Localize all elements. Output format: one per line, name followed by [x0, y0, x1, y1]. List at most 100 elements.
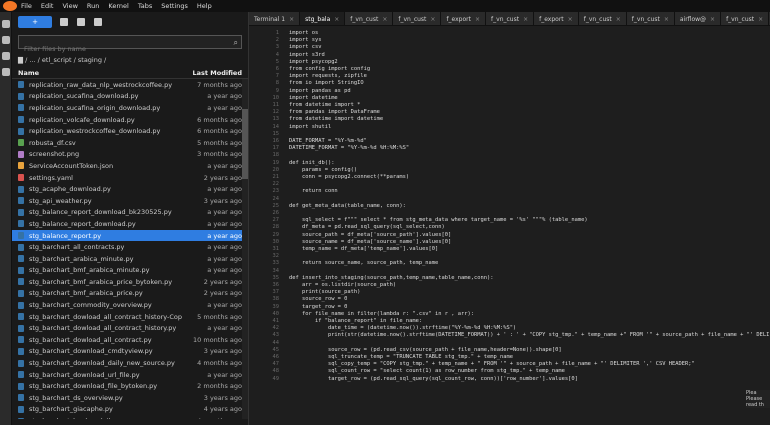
close-icon[interactable]: × — [475, 16, 480, 23]
menu-tabs[interactable]: Tabs — [138, 2, 152, 10]
code-line[interactable]: params = config() — [289, 167, 357, 173]
code-line[interactable]: date_time = (datetime.now()).strftime("%… — [289, 325, 516, 331]
close-icon[interactable]: × — [334, 16, 339, 23]
file-row[interactable]: stg_barchart_dowload_all_contract.py 10 m… — [12, 334, 248, 346]
menu-view[interactable]: View — [62, 2, 77, 10]
code-line[interactable]: target_row = 0 — [289, 304, 347, 310]
file-row[interactable]: ServiceAccountToken.json a year ago — [12, 160, 248, 172]
editor-tab[interactable]: airflow@ × — [675, 12, 722, 25]
close-icon[interactable]: × — [616, 16, 621, 23]
file-row[interactable]: stg_barchart_giacaphe.py 4 years ago — [12, 404, 248, 416]
upload-icon[interactable] — [77, 18, 85, 26]
code-line[interactable]: import pandas as pd — [289, 88, 351, 94]
code-line[interactable]: import requests, zipfile — [289, 73, 367, 79]
file-row[interactable]: replication_raw_data_nlp_westrockcoffee.… — [12, 79, 248, 91]
editor-tab[interactable]: f_vn_cust × — [486, 12, 535, 25]
new-launcher-button[interactable]: + — [18, 16, 52, 28]
close-icon[interactable]: × — [289, 16, 294, 23]
file-row[interactable]: replication_volcafe_download.py 6 months … — [12, 114, 248, 126]
menu-run[interactable]: Run — [87, 2, 99, 10]
file-row[interactable]: stg_barchart_download_cmdtyview.py 3 year… — [12, 346, 248, 358]
close-icon[interactable]: × — [710, 16, 715, 23]
code-line[interactable]: from datetime import datetime — [289, 116, 383, 122]
close-icon[interactable]: × — [382, 16, 387, 23]
name-column-header[interactable]: Name — [18, 69, 193, 77]
breadcrumb[interactable]: ▇ / ... / etl_script / staging / — [12, 53, 248, 67]
file-row[interactable]: stg_barchart_dowload_all_contract_histor… — [12, 311, 248, 323]
code-line[interactable]: import datetime — [289, 95, 338, 101]
editor-tab[interactable]: f_vn_cust × — [345, 12, 394, 25]
close-icon[interactable]: × — [758, 16, 763, 23]
code-line[interactable]: print(source_path) — [289, 289, 360, 295]
code-line[interactable]: arr = os.listdir(source_path) — [289, 282, 396, 288]
close-icon[interactable]: × — [664, 16, 669, 23]
file-row[interactable]: stg_barchart_arabica_minute.py a year ago — [12, 253, 248, 265]
file-row[interactable]: stg_balance_report.py a year ago — [12, 229, 248, 242]
menu-edit[interactable]: Edit — [41, 2, 54, 10]
code-line[interactable]: import os — [289, 30, 318, 36]
commands-icon[interactable] — [2, 52, 10, 60]
file-row[interactable]: stg_api_weather.py 3 years ago — [12, 195, 248, 207]
close-icon[interactable]: × — [523, 16, 528, 23]
file-row[interactable]: settings.yaml 2 years ago — [12, 172, 248, 184]
code-line[interactable]: sql_select = f""" select * from stg_meta… — [289, 217, 588, 223]
code-line[interactable]: def insert_into_staging(source_path,temp… — [289, 275, 493, 281]
filter-input[interactable] — [19, 43, 241, 55]
file-row[interactable]: stg_barchart_bmf_arabica_price_bytoken.p… — [12, 276, 248, 288]
code-line[interactable]: from io import StringIO — [289, 80, 364, 86]
code-line[interactable]: import csv — [289, 44, 321, 50]
file-row[interactable]: robusta_df.csv 5 months ago — [12, 137, 248, 149]
scrollbar-thumb[interactable] — [242, 109, 248, 179]
code-line[interactable]: sql_copy_temp = "COPY stg_tmp." + temp_n… — [289, 361, 695, 367]
file-row[interactable]: stg_balance_report_download_bk230525.py a… — [12, 207, 248, 219]
code-line[interactable]: import psycopg2 — [289, 59, 338, 65]
code-line[interactable]: if "balance_report" in file_name: — [289, 318, 422, 324]
file-row[interactable]: replication_sucafina_download.py a year a… — [12, 91, 248, 103]
file-row[interactable]: stg_balance_report_download.py a year ago — [12, 218, 248, 230]
editor-tab[interactable]: f_vn_cust × — [627, 12, 675, 25]
menu-file[interactable]: File — [21, 2, 32, 10]
file-row[interactable]: stg_barchart_bmf_arabica_minute.py a year… — [12, 265, 248, 277]
folder-icon[interactable] — [2, 20, 10, 28]
code-line[interactable]: source_path = df_meta['source_path'].val… — [289, 232, 451, 238]
code-editor[interactable]: 1 import os 2 import sys 3 import csv 4 import … — [249, 30, 770, 425]
editor-tab[interactable]: f_vn_cust × — [393, 12, 442, 25]
file-row[interactable]: stg_acaphe_download.py a year ago — [12, 183, 248, 195]
code-line[interactable]: import s3rd — [289, 52, 325, 58]
file-row[interactable]: stg_barchart_commodity_overview.py a year… — [12, 299, 248, 311]
file-row[interactable]: stg_barchart_ds_overview.py 3 years ago — [12, 392, 248, 404]
editor-tab[interactable]: f_vn_cust × — [579, 12, 627, 25]
file-row[interactable]: screenshot.png 3 months ago — [12, 149, 248, 161]
code-line[interactable]: conn = psycopg2.connect(**params) — [289, 174, 409, 180]
code-line[interactable]: temp_name = df_meta['temp_name'].values[… — [289, 246, 438, 252]
file-row[interactable]: stg_barchart_dowload_all_contract_histor… — [12, 322, 248, 334]
code-line[interactable]: def init_db(): — [289, 160, 334, 166]
code-line[interactable]: DATE_FORMAT = "%Y-%m-%d" — [289, 138, 367, 144]
editor-tab[interactable]: f_vn_cust × — [721, 12, 770, 25]
editor-tab[interactable]: f_export × — [441, 12, 487, 25]
code-line[interactable]: from config import config — [289, 66, 370, 72]
close-icon[interactable]: × — [568, 16, 573, 23]
menu-help[interactable]: Help — [197, 2, 212, 10]
editor-tab[interactable]: f_export × — [534, 12, 579, 25]
refresh-icon[interactable] — [94, 18, 102, 26]
code-line[interactable]: return conn — [289, 188, 338, 194]
file-row[interactable]: stg_barchart_bmf_arabica_price.py 2 years… — [12, 288, 248, 300]
file-row[interactable]: stg_barchart_download_url_file.py a year … — [12, 369, 248, 381]
file-row[interactable]: stg_barchart_download_daily_new_source.p… — [12, 357, 248, 369]
running-icon[interactable] — [2, 36, 10, 44]
code-line[interactable]: return source_name, source_path, temp_na… — [289, 260, 438, 266]
code-line[interactable]: df_meta = pd.read_sql_query(sql_select,c… — [289, 224, 445, 230]
file-row[interactable]: stg_barchart_london_daily_new_source.py4… — [12, 415, 248, 419]
menu-kernel[interactable]: Kernel — [108, 2, 128, 10]
code-line[interactable]: sql_truncate_temp = "TRUNCATE TABLE stg_… — [289, 354, 513, 360]
code-line[interactable]: from pandas import DataFrame — [289, 109, 380, 115]
file-row[interactable]: stg_barchart_all_contracts.py a year ago — [12, 241, 248, 253]
file-row[interactable]: replication_sucafina_origin_download.py a… — [12, 102, 248, 114]
extensions-icon[interactable] — [2, 68, 10, 76]
code-line[interactable]: for file_name in filter(lambda r: ".csv"… — [289, 311, 474, 317]
code-line[interactable]: source_name = df_meta['source_name'].val… — [289, 239, 451, 245]
code-line[interactable]: DATETIME_FORMAT = "%Y-%m-%d %H:%M:%S" — [289, 145, 409, 151]
menu-settings[interactable]: Settings — [161, 2, 188, 10]
code-line[interactable]: source_row = 0 — [289, 296, 347, 302]
